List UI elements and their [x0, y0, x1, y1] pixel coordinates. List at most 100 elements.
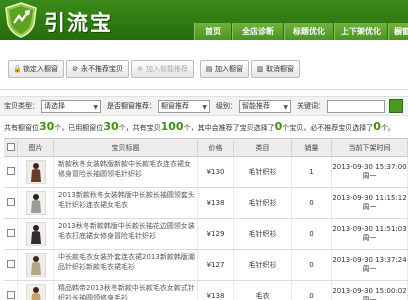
row-checkbox[interactable]: [6, 167, 15, 175]
delist-time-cell: 2013-09-30 15:37:00 周一: [332, 157, 408, 187]
col-sales[interactable]: 销量: [292, 139, 332, 157]
product-title-cell: 精品韩帝2013秋冬新款中长款毛衣女款式针织衫长袖圆领修身毛衫: [54, 281, 198, 300]
row-checkbox[interactable]: [6, 229, 15, 237]
delist-weekday: 周一: [362, 265, 377, 273]
product-image-cell: [18, 157, 54, 187]
lock-showcase-label: 锁定入橱窗: [23, 65, 58, 73]
add-smart-icon: ⊕: [137, 65, 143, 73]
nav-home[interactable]: 首页: [194, 23, 232, 40]
total-items-count: 100: [160, 120, 184, 133]
product-title[interactable]: 精品韩帝2013秋冬新款中长款毛衣女款式针织衫长袖圆领修身毛衫: [58, 284, 195, 300]
product-category: 毛针织衫: [234, 250, 292, 280]
stats-text: 共有橱窗位: [4, 124, 39, 132]
shield-logo-icon: [5, 2, 37, 38]
items-table: 图片 宝贝标题 价格 类目 销量 当前下架时间 新款秋冬女装韩版新款中长款毛衣连…: [4, 138, 408, 300]
level-filter-label: 级别：: [216, 102, 237, 110]
product-title[interactable]: 中长款毛衣女装外套连衣裙2013新款韩版潮品针织衫新款毛衣裙毛衫: [58, 253, 195, 271]
product-price: ¥138: [198, 188, 234, 218]
lock-icon: 🔒: [13, 65, 22, 73]
product-thumbnail[interactable]: [26, 284, 46, 300]
cancel-showcase-button[interactable]: ▥ 取消橱窗: [251, 60, 300, 78]
product-photo-icon: [27, 161, 45, 183]
product-thumbnail[interactable]: [26, 191, 46, 215]
product-title[interactable]: 新款秋冬女装韩版新款中长款毛衣连衣裙女修身冒险长袖圆领毛针织衫: [58, 160, 191, 178]
row-checkbox[interactable]: [6, 260, 15, 268]
row-checkbox[interactable]: [6, 198, 15, 206]
chevron-down-icon: ▼: [93, 103, 98, 111]
add-showcase-label: 加入橱窗: [215, 65, 243, 73]
col-delist-time[interactable]: 当前下架时间: [332, 139, 408, 157]
product-thumbnail[interactable]: [26, 222, 46, 246]
product-photo-icon: [27, 254, 45, 276]
cancel-window-icon: ▥: [256, 65, 264, 73]
product-image-cell: [18, 188, 54, 218]
row-select-cell[interactable]: [4, 281, 18, 300]
add-smart-recommend-button[interactable]: ⊕ 加入智能推荐: [131, 60, 194, 78]
col-title: 宝贝标题: [54, 139, 198, 157]
product-thumbnail[interactable]: [26, 253, 46, 277]
recommend-select-value: 橱窗推荐: [161, 101, 189, 110]
select-all-cell[interactable]: [4, 139, 18, 157]
table-row: 2013新款秋冬女装韩版中长款长袖圆领套头毛针织衫连衣裙女毛衣 ¥138 毛针织…: [4, 188, 408, 219]
never-recommend-count: 0: [373, 120, 381, 133]
app-logo[interactable]: 引流宝: [4, 2, 138, 38]
product-category: 毛衣: [234, 281, 292, 300]
search-button[interactable]: [389, 99, 403, 113]
chevron-down-icon: ▼: [283, 103, 288, 111]
product-category: 毛针织衫: [234, 219, 292, 249]
logo-text: 引流宝: [44, 11, 113, 35]
col-price[interactable]: 价格: [198, 139, 234, 157]
table-row: 中长款毛衣女装外套连衣裙2013新款韩版潮品针织衫新款毛衣裙毛衫 ¥127 毛针…: [4, 250, 408, 281]
row-select-cell[interactable]: [4, 250, 18, 280]
never-recommend-label: 永不推荐宝贝: [81, 65, 123, 73]
delist-date: 2013-09-30 11:51:03: [332, 225, 407, 233]
row-checkbox[interactable]: [6, 291, 15, 299]
product-price: ¥127: [198, 250, 234, 280]
keyword-label: 关键词：: [297, 102, 325, 110]
cancel-showcase-label: 取消橱窗: [266, 65, 294, 73]
col-image: 图片: [18, 139, 54, 157]
delist-weekday: 周一: [362, 296, 377, 300]
product-category: 毛针织衫: [234, 157, 292, 187]
main-nav: 首页 全店诊断 标题优化 上下架优化 橱窗: [194, 23, 408, 40]
delist-time-cell: 2013-09-30 11:51:03 周一: [332, 219, 408, 249]
stats-text: 个宝贝，必不推荐宝贝选择了: [282, 124, 374, 132]
product-title[interactable]: 2013新款秋冬女装韩版中长款长袖圆领套头毛针织衫连衣裙女毛衣: [58, 191, 195, 209]
recommend-filter-label: 是否橱窗推荐：: [107, 102, 156, 110]
never-recommend-button[interactable]: ⊘ 永不推荐宝贝: [66, 60, 129, 78]
lock-showcase-button[interactable]: 🔒 锁定入橱窗: [8, 60, 64, 78]
nav-showcase[interactable]: 橱窗: [388, 23, 408, 40]
product-thumbnail[interactable]: [26, 160, 46, 184]
product-title[interactable]: 2013秋冬新款韩版中长款长袖花边圆领女装毛衣打底裙女修身冒险毛针织衫: [58, 222, 195, 240]
delist-date: 2013-09-30 15:00:02: [332, 287, 407, 295]
add-showcase-button[interactable]: ▤ 加入橱窗: [200, 60, 249, 78]
product-image-cell: [18, 219, 54, 249]
product-photo-icon: [27, 223, 45, 245]
nav-store-diagnosis[interactable]: 全店诊断: [232, 23, 284, 40]
product-category: 毛针织衫: [234, 188, 292, 218]
level-select-value: 智能推荐: [242, 101, 270, 110]
delist-date: 2013-09-30 15:37:00: [332, 163, 407, 171]
product-title-cell: 新款秋冬女装韩版新款中长款毛衣连衣裙女修身冒险长袖圆领毛针织衫: [54, 157, 198, 187]
nav-listing-optimize[interactable]: 上下架优化: [334, 23, 388, 40]
delist-time-cell: 2013-09-30 13:37:24 周一: [332, 250, 408, 280]
product-image-cell: [18, 281, 54, 300]
row-select-cell[interactable]: [4, 157, 18, 187]
keyword-input[interactable]: [327, 99, 385, 113]
nav-title-optimize[interactable]: 标题优化: [284, 23, 334, 40]
recommend-select[interactable]: 橱窗推荐 ▼: [158, 99, 210, 113]
col-category[interactable]: 类目: [234, 139, 292, 157]
product-price: ¥138: [198, 281, 234, 300]
level-select[interactable]: 智能推荐 ▼: [239, 99, 291, 113]
delist-date: 2013-09-30 13:37:24: [332, 256, 407, 264]
no-entry-icon: ⊘: [72, 65, 78, 73]
used-slots-count: 30: [103, 120, 119, 133]
showcase-stats: 共有橱窗位30个，已用橱窗位30个，共有宝贝100个，其中会推荐了宝贝选择了0个…: [4, 120, 408, 134]
row-select-cell[interactable]: [4, 188, 18, 218]
type-select[interactable]: 请选择 ▼: [41, 99, 101, 113]
row-select-cell[interactable]: [4, 219, 18, 249]
product-sales: 0: [292, 188, 332, 218]
delist-weekday: 周一: [362, 234, 377, 242]
select-all-checkbox[interactable]: [6, 143, 15, 151]
stats-text: 个，已用橱窗位: [54, 124, 104, 132]
